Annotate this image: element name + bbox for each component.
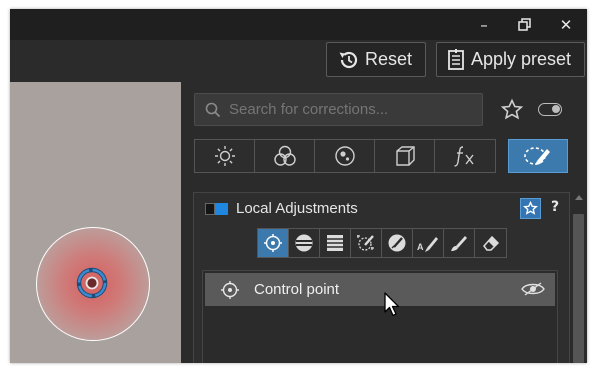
section-color-swatch: [205, 203, 228, 215]
eraser-icon: [482, 235, 499, 251]
tool-graduated-filter[interactable]: [289, 229, 320, 257]
search-box[interactable]: [194, 93, 483, 126]
control-point-area[interactable]: [36, 227, 150, 341]
auto-brush-icon: A: [417, 237, 438, 252]
tool-brush[interactable]: [444, 229, 475, 257]
reset-label: Reset: [365, 49, 413, 69]
tab-geometry[interactable]: [375, 140, 435, 172]
tool-auto-brush[interactable]: A: [413, 229, 444, 257]
local-adjustments-section: Local Adjustments ? A Control point: [193, 192, 570, 363]
mouse-cursor-icon: [384, 292, 400, 317]
control-point-icon: [221, 280, 239, 299]
visibility-eye-icon[interactable]: [521, 281, 545, 297]
reset-icon: [339, 51, 358, 68]
apply-preset-label: Apply preset: [471, 49, 572, 69]
list-item-control-point[interactable]: Control point: [205, 273, 555, 306]
list-item-label: Control point: [254, 281, 340, 298]
eyedropper-mask-icon: [388, 234, 406, 252]
tool-control-point[interactable]: [258, 229, 289, 257]
top-toolbar: Reset Apply preset: [10, 40, 587, 82]
star-icon: [523, 201, 538, 215]
reset-button[interactable]: Reset: [326, 42, 426, 77]
local-adjustments-header[interactable]: Local Adjustments ?: [194, 193, 569, 225]
preset-icon: [448, 48, 464, 70]
scroll-up-arrow-icon[interactable]: [575, 195, 583, 200]
section-title: Local Adjustments: [236, 200, 358, 217]
brush-icon: [451, 236, 467, 251]
corrections-panel: Local Adjustments ?: [181, 82, 587, 363]
fx-icon: [454, 146, 474, 167]
image-preview[interactable]: [10, 82, 181, 363]
tool-eyedropper-mask[interactable]: [382, 229, 413, 257]
close-icon: ✕: [559, 15, 573, 34]
control-point-handle[interactable]: [75, 266, 109, 300]
toggle-knob: [552, 105, 560, 113]
graduated-filter-icon: [295, 234, 313, 252]
app-window: – ✕ Reset Apply preset Search for correc…: [10, 9, 587, 363]
tool-linear-gradient[interactable]: [320, 229, 351, 257]
panel-scrollbar[interactable]: [572, 192, 585, 363]
tool-auto-mask[interactable]: [351, 229, 382, 257]
tab-light[interactable]: [195, 140, 255, 172]
search-input[interactable]: [229, 101, 469, 118]
tab-local-adjustments[interactable]: [508, 139, 568, 173]
minimize-icon: –: [480, 15, 488, 34]
tab-effects[interactable]: [435, 140, 495, 172]
control-point-icon: [264, 234, 282, 252]
lens-icon: [334, 146, 355, 166]
tool-eraser[interactable]: [475, 229, 506, 257]
minimize-button[interactable]: –: [465, 9, 503, 40]
scroll-thumb[interactable]: [573, 214, 584, 363]
local-brush-icon: [524, 147, 550, 165]
linear-gradient-icon: [327, 235, 343, 251]
title-bar: – ✕: [10, 9, 587, 40]
svg-text:A: A: [417, 242, 424, 252]
apply-preset-button[interactable]: Apply preset: [436, 42, 585, 77]
help-button[interactable]: ?: [551, 199, 559, 215]
section-favorite-button[interactable]: [520, 198, 541, 219]
restore-icon: [517, 18, 531, 31]
local-tools-row: A: [257, 228, 507, 258]
tab-color[interactable]: [255, 140, 315, 172]
maximize-button[interactable]: [505, 9, 543, 40]
close-button[interactable]: ✕: [547, 9, 585, 40]
sun-icon: [214, 146, 235, 166]
favorites-star-icon[interactable]: [500, 98, 524, 122]
auto-mask-icon: [357, 235, 374, 251]
search-icon: [205, 102, 221, 117]
favorites-toggle[interactable]: [538, 103, 562, 116]
perspective-cube-icon: [395, 146, 415, 166]
control-point-list: Control point: [202, 270, 558, 363]
color-circles-icon: [273, 145, 296, 166]
tab-detail[interactable]: [315, 140, 375, 172]
category-tabs: [194, 139, 496, 173]
